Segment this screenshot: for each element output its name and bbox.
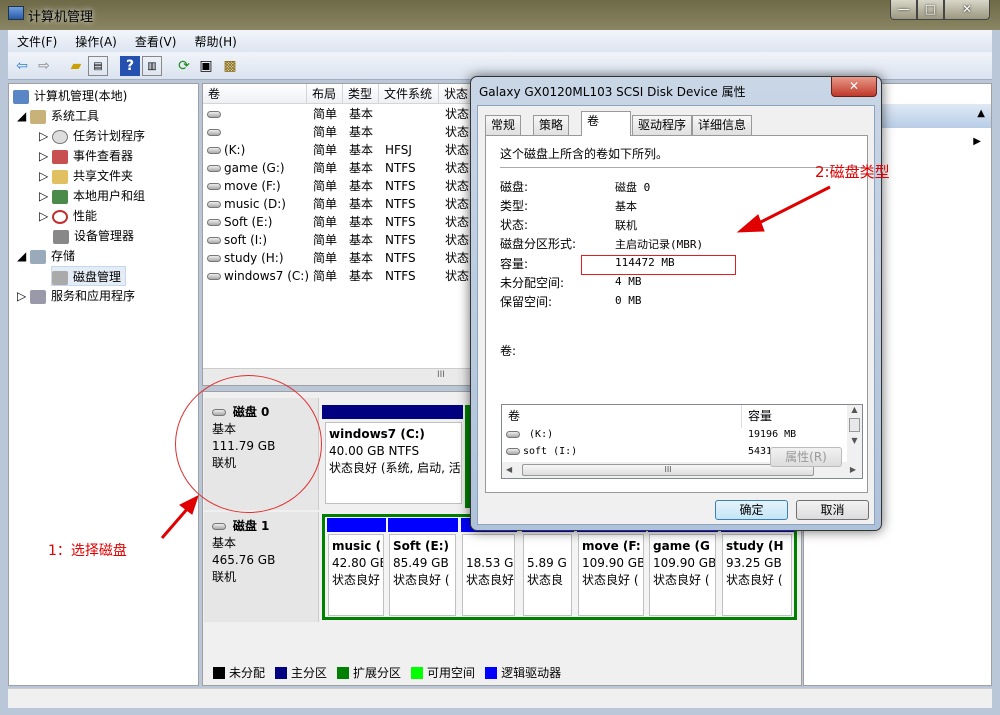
arrow-step2 [754, 185, 831, 227]
tab-volumes[interactable]: 卷 [581, 111, 631, 136]
annotation-arrows [160, 185, 831, 539]
arrow-head-step2 [736, 214, 765, 233]
arrow-step1 [160, 507, 190, 539]
arrow-head-step1 [179, 495, 199, 515]
